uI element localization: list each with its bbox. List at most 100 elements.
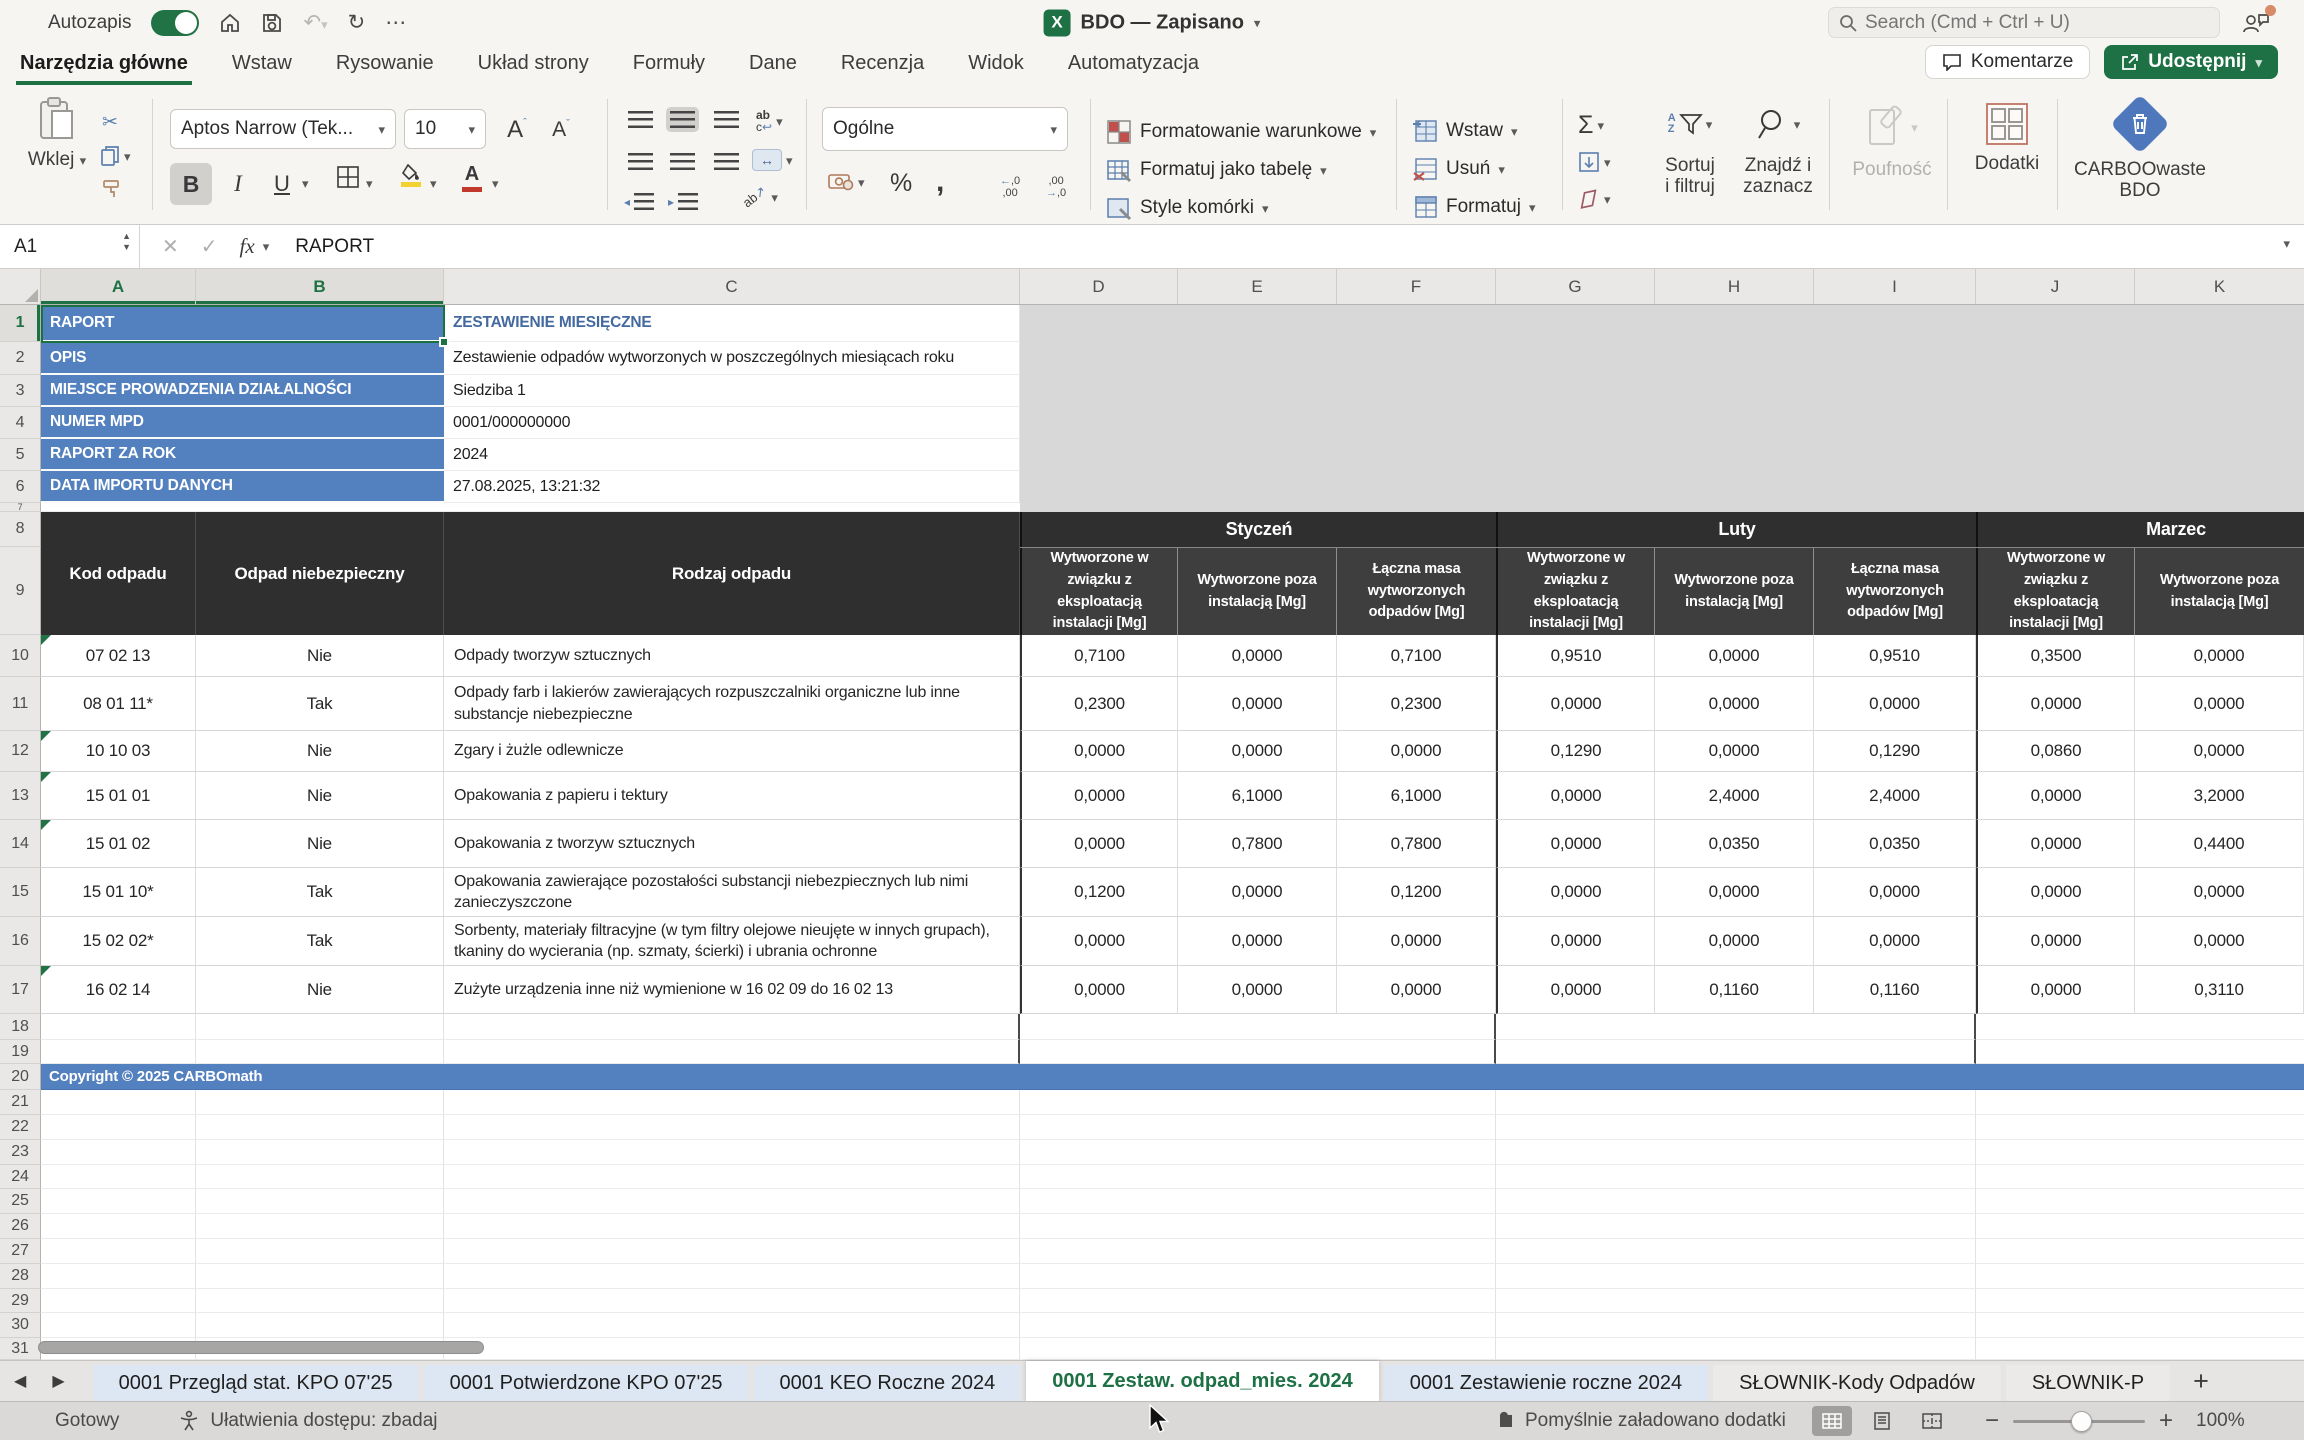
- cell-type[interactable]: Zgary i żużle odlewnicze: [444, 731, 1020, 772]
- sheet-tab-zestawienie-roczne[interactable]: 0001 Zestawienie roczne 2024: [1384, 1365, 1708, 1401]
- cell-value[interactable]: 0,0000: [1496, 868, 1655, 917]
- empty-cells[interactable]: [1976, 1264, 2304, 1289]
- share-button[interactable]: Udostępnij ▾: [2104, 45, 2278, 79]
- empty-cells[interactable]: [41, 1189, 196, 1214]
- cell-value[interactable]: 0,0000: [1020, 966, 1178, 1014]
- empty-cells[interactable]: [1496, 1040, 1976, 1064]
- presence-icon[interactable]: [2242, 11, 2270, 35]
- align-top-icon[interactable]: [624, 107, 657, 132]
- cell-hazard[interactable]: Tak: [196, 917, 444, 966]
- cell-type[interactable]: Opakowania z tworzyw sztucznych: [444, 820, 1020, 868]
- month-header-styczen[interactable]: Styczeń: [1020, 512, 1496, 547]
- cell-hazard[interactable]: Tak: [196, 677, 444, 731]
- carboowaste-bdo-button[interactable]: CARBOOwasteBDO: [2072, 97, 2208, 202]
- undo-icon[interactable]: ↶▾: [303, 12, 327, 33]
- column-header-b[interactable]: B: [196, 269, 444, 304]
- align-right-icon[interactable]: [710, 149, 743, 174]
- empty-cells[interactable]: [196, 1090, 444, 1115]
- row-header-17[interactable]: 17: [0, 966, 41, 1014]
- formula-input[interactable]: RAPORT: [295, 236, 374, 258]
- info-value-cell[interactable]: Siedziba 1: [444, 375, 1020, 407]
- empty-cells[interactable]: [1496, 1338, 1976, 1360]
- column-header-k[interactable]: K: [2135, 269, 2304, 304]
- empty-cells[interactable]: [1976, 1214, 2304, 1239]
- subheader-outside-mar[interactable]: Wytworzone poza instalacją [Mg]: [2135, 548, 2304, 635]
- empty-cells[interactable]: [1020, 1214, 1496, 1239]
- empty-cells[interactable]: [1976, 1090, 2304, 1115]
- font-color-chevron-icon[interactable]: ▾: [492, 177, 499, 190]
- cell-value[interactable]: 2,4000: [1655, 772, 1814, 820]
- tab-rysowanie[interactable]: Rysowanie: [332, 52, 438, 85]
- paste-button[interactable]: Wklej ▾: [18, 95, 96, 170]
- zoom-level[interactable]: 100%: [2196, 1410, 2245, 1432]
- wrap-text-button[interactable]: abc↩ ▾: [756, 109, 783, 133]
- orientation-button[interactable]: ab↗ ▾: [742, 189, 778, 205]
- sensitivity-button[interactable]: ▾ Poufność: [1846, 101, 1938, 180]
- insert-cells-button[interactable]: Wstaw▾: [1412, 119, 1518, 143]
- cell-value[interactable]: 0,2300: [1337, 677, 1496, 731]
- empty-cells[interactable]: [1976, 1239, 2304, 1264]
- row-header-26[interactable]: 26: [0, 1214, 41, 1239]
- cell-value[interactable]: 6,1000: [1337, 772, 1496, 820]
- row-header-3[interactable]: 3: [0, 375, 41, 407]
- name-box-spinner-icon[interactable]: ▲▼: [122, 232, 131, 252]
- format-as-table-button[interactable]: Formatuj jako tabelę▾: [1106, 157, 1327, 183]
- increase-decimal-icon[interactable]: ←,0,00: [1000, 175, 1020, 199]
- cell-value[interactable]: 0,7800: [1337, 820, 1496, 868]
- currency-button[interactable]: ▾: [828, 173, 865, 191]
- cell-value[interactable]: 0,0000: [1655, 635, 1814, 677]
- sheet-tab-slownik-kody[interactable]: SŁOWNIK-Kody Odpadów: [1713, 1365, 2001, 1401]
- cut-button[interactable]: ✂: [102, 111, 118, 134]
- cell-type[interactable]: Sorbenty, materiały filtracyjne (w tym f…: [444, 917, 1020, 966]
- cell-value[interactable]: 0,0000: [1976, 820, 2135, 868]
- empty-cells[interactable]: [444, 1338, 1020, 1360]
- empty-cells[interactable]: [1496, 1090, 1976, 1115]
- empty-cells[interactable]: [41, 1214, 196, 1239]
- cell-value[interactable]: 0,0000: [1020, 772, 1178, 820]
- percent-icon[interactable]: %: [890, 169, 912, 198]
- cell-value[interactable]: 0,7800: [1178, 820, 1337, 868]
- insert-function-icon[interactable]: fx: [240, 234, 255, 259]
- cell-value[interactable]: 0,0000: [1976, 677, 2135, 731]
- info-value-cell[interactable]: 2024: [444, 439, 1020, 471]
- empty-cells[interactable]: [444, 1014, 1020, 1040]
- empty-cells[interactable]: [1020, 1338, 1496, 1360]
- cell-value[interactable]: 0,0000: [1655, 731, 1814, 772]
- font-name-select[interactable]: Aptos Narrow (Tek...▾: [170, 109, 396, 149]
- empty-cells[interactable]: [1020, 503, 2304, 512]
- cell-code[interactable]: 15 01 02: [41, 820, 196, 868]
- row-header-27[interactable]: 27: [0, 1239, 41, 1264]
- info-value-cell[interactable]: Zestawienie odpadów wytworzonych w poszc…: [444, 342, 1020, 375]
- empty-cells[interactable]: [41, 1313, 196, 1338]
- page-break-view-button[interactable]: [1912, 1406, 1952, 1436]
- month-header-marzec[interactable]: Marzec: [1976, 512, 2304, 547]
- cell-value[interactable]: 0,0000: [1020, 917, 1178, 966]
- page-layout-view-button[interactable]: [1862, 1406, 1902, 1436]
- accessibility-status[interactable]: Ułatwienia dostępu: zbadaj: [177, 1409, 437, 1433]
- row-header-9[interactable]: 9: [0, 547, 41, 635]
- column-header-f[interactable]: F: [1337, 269, 1496, 304]
- name-box[interactable]: A1 ▲▼: [0, 225, 140, 268]
- column-header-j[interactable]: J: [1976, 269, 2135, 304]
- empty-cells[interactable]: [1496, 1115, 1976, 1140]
- zoom-in-icon[interactable]: +: [2159, 1407, 2173, 1435]
- sheet-tab-potwierdzone[interactable]: 0001 Potwierdzone KPO 07'25: [424, 1365, 749, 1401]
- cancel-icon[interactable]: ✕: [162, 234, 179, 259]
- subheader-outside-jan[interactable]: Wytworzone poza instalacją [Mg]: [1178, 548, 1337, 635]
- column-header-g[interactable]: G: [1496, 269, 1655, 304]
- empty-cells[interactable]: [444, 1239, 1020, 1264]
- cell-value[interactable]: 0,0000: [1178, 868, 1337, 917]
- info-value-cell[interactable]: 0001/000000000: [444, 407, 1020, 439]
- column-header-h[interactable]: H: [1655, 269, 1814, 304]
- subheader-produced-feb[interactable]: Wytworzone w związku z eksploatacją inst…: [1496, 548, 1655, 635]
- cell-value[interactable]: 0,0000: [2135, 635, 2304, 677]
- tab-automatyzacja[interactable]: Automatyzacja: [1064, 52, 1203, 85]
- clear-button[interactable]: ▾: [1578, 189, 1611, 209]
- empty-cells[interactable]: [41, 1014, 196, 1040]
- empty-cells[interactable]: [41, 1115, 196, 1140]
- empty-cells[interactable]: [196, 1264, 444, 1289]
- sort-filter-button[interactable]: AZ ▾ Sortuji filtruj: [1648, 99, 1732, 198]
- cell-value[interactable]: 0,0350: [1655, 820, 1814, 868]
- row-header-18[interactable]: 18: [0, 1014, 41, 1040]
- info-value-cell[interactable]: ZESTAWIENIE MIESIĘCZNE: [444, 305, 1020, 342]
